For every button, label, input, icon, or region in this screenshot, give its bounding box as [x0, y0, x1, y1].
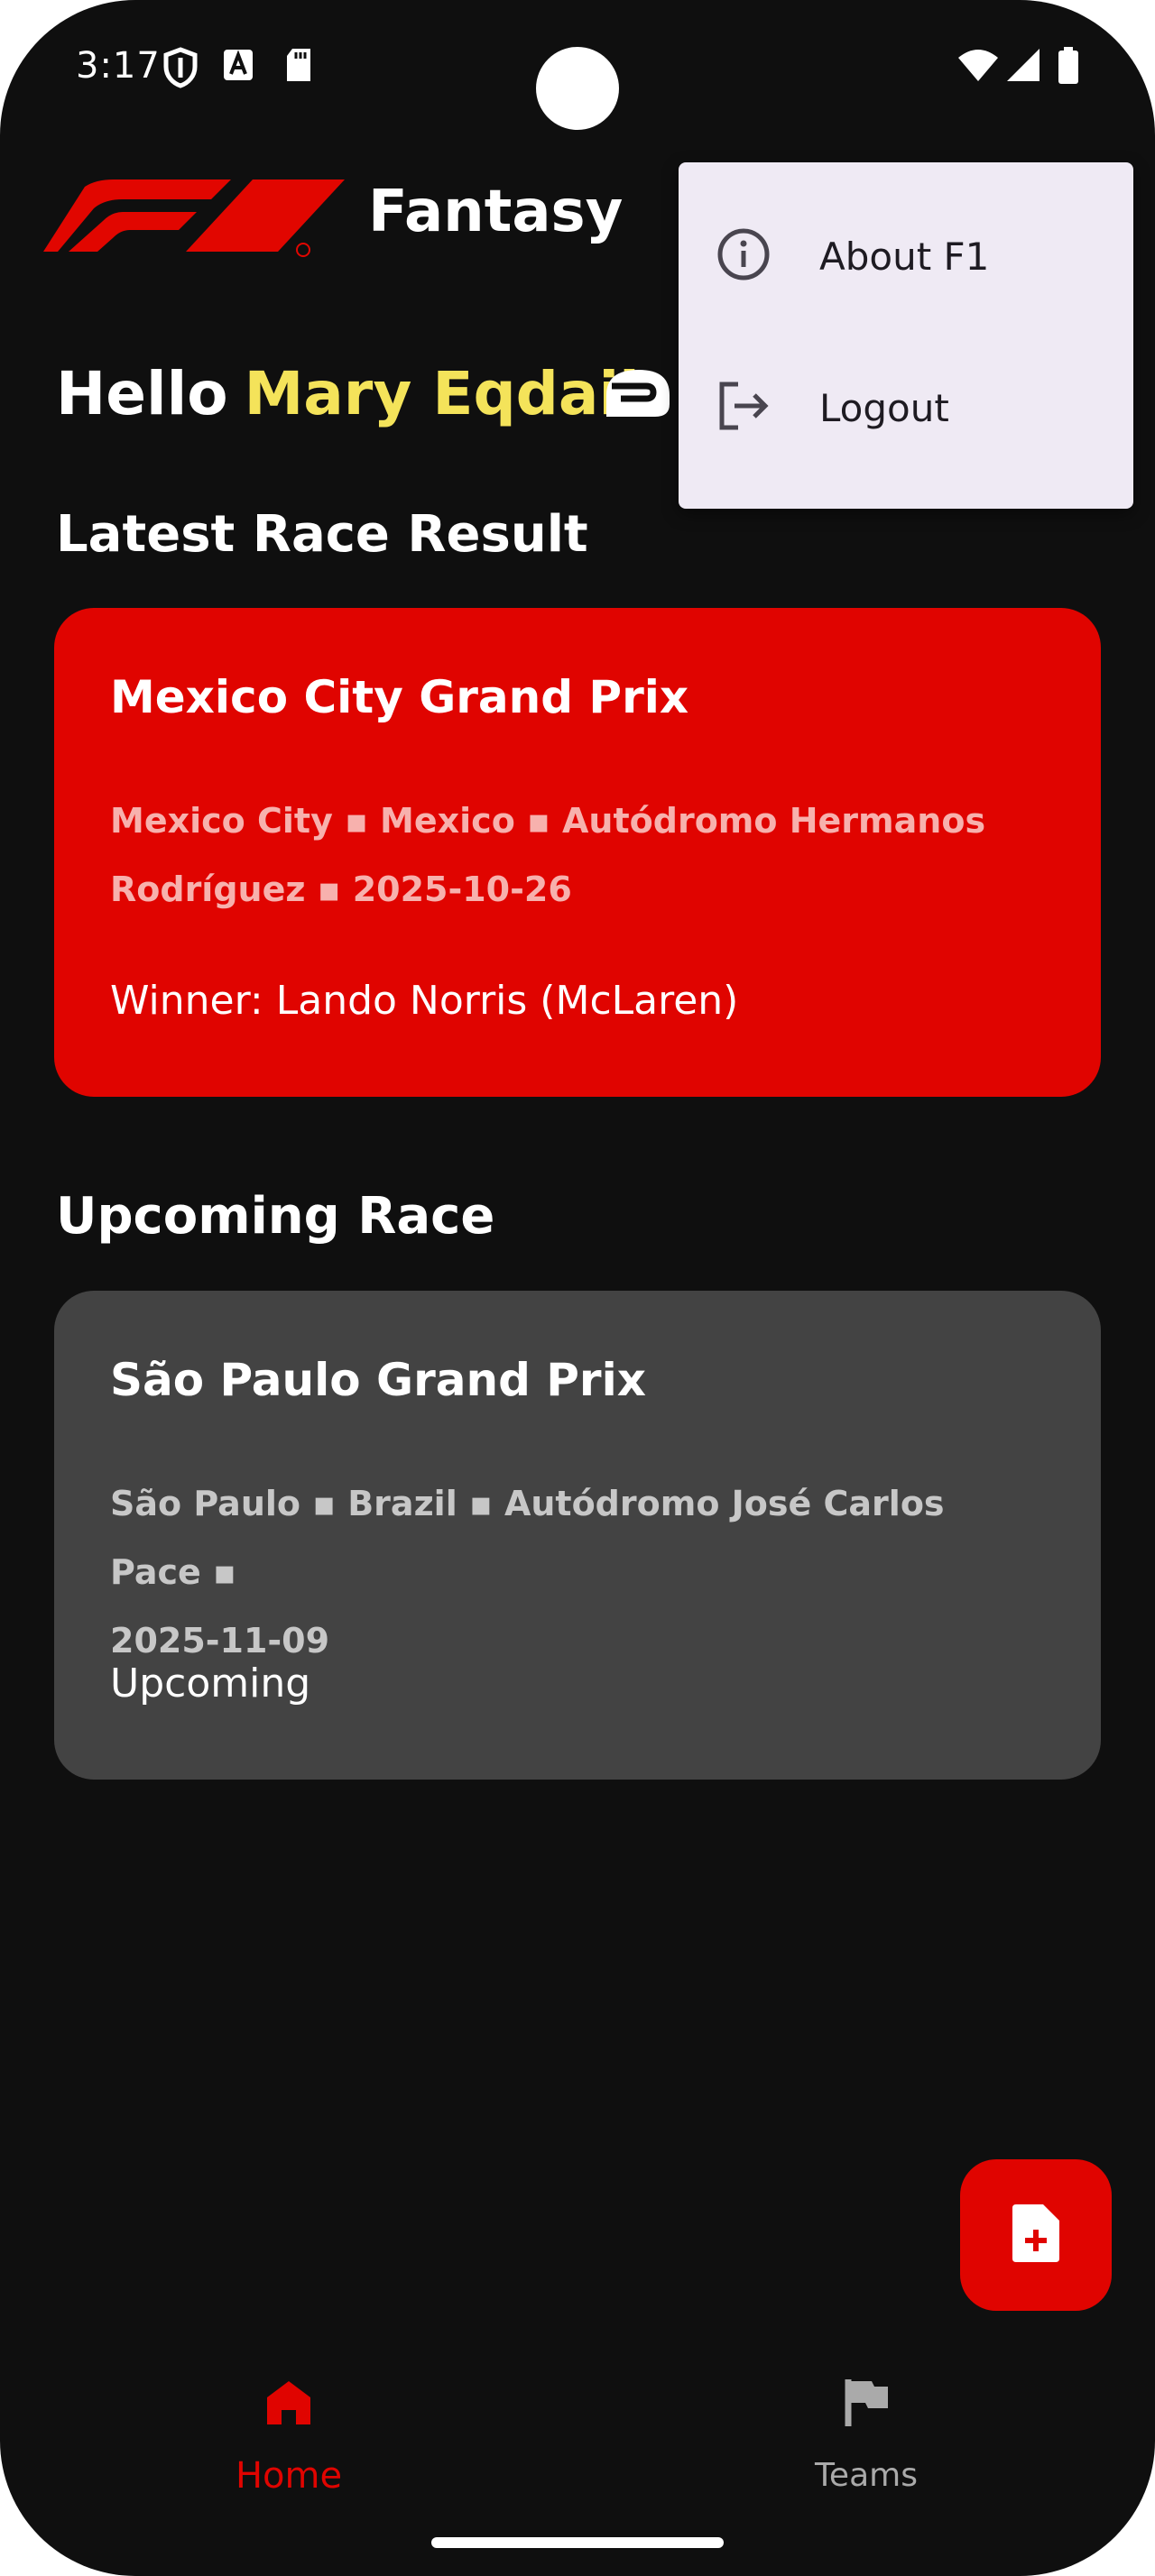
front-camera	[536, 47, 619, 130]
latest-race-section-title: Latest Race Result	[56, 505, 588, 564]
upcoming-race-section-title: Upcoming Race	[56, 1187, 495, 1246]
menu-item-logout[interactable]: Logout	[679, 341, 1133, 476]
nav-label-home: Home	[235, 2455, 343, 2497]
menu-label-logout: Logout	[819, 386, 949, 430]
race-details-line: São Paulo ▪ Brazil ▪ Autódromo José Carl…	[110, 1484, 945, 1592]
logout-icon	[715, 377, 772, 438]
app-title: Fantasy	[368, 179, 624, 245]
battery-icon	[1058, 47, 1079, 88]
add-document-button[interactable]	[960, 2159, 1112, 2311]
phone-screen: 3:17 Fantasy Hello Mary Eqdaih Latest Ra…	[0, 0, 1155, 2576]
greeting-hello: Hello	[56, 359, 228, 428]
wifi-icon	[956, 47, 1000, 87]
autofill-notification-icon	[222, 47, 254, 87]
menu-label-about-f1: About F1	[819, 235, 990, 279]
info-icon	[715, 225, 772, 287]
home-indicator[interactable]	[431, 2537, 724, 2548]
helmet-icon	[599, 364, 673, 428]
f1-logo	[42, 176, 348, 262]
add-document-icon	[1011, 2203, 1061, 2268]
sd-card-icon	[283, 47, 314, 87]
race-details: São Paulo ▪ Brazil ▪ Autódromo José Carl…	[110, 1469, 1012, 1675]
race-details: Mexico City ▪ Mexico ▪ Autódromo Hermano…	[110, 787, 1012, 924]
race-name: Mexico City Grand Prix	[110, 671, 689, 723]
race-details-line: Mexico City ▪ Mexico ▪ Autódromo Hermano…	[110, 801, 986, 841]
flag-icon	[841, 2378, 892, 2432]
nav-label-teams: Teams	[815, 2457, 918, 2494]
shield-icon	[162, 47, 199, 92]
race-details-line: Rodríguez ▪ 2025-10-26	[110, 869, 572, 909]
nav-item-teams[interactable]: Teams	[731, 2363, 1002, 2494]
race-status: Upcoming	[110, 1661, 311, 1707]
race-winner: Winner: Lando Norris (McLaren)	[110, 978, 739, 1024]
overflow-menu: About F1 Logout	[679, 162, 1133, 509]
bottom-navigation: Home Teams	[0, 2363, 1155, 2498]
home-icon	[263, 2378, 314, 2432]
signal-icon	[1005, 47, 1041, 87]
status-time: 3:17	[76, 45, 161, 87]
latest-race-card[interactable]: Mexico City Grand Prix Mexico City ▪ Mex…	[54, 608, 1101, 1097]
greeting: Hello Mary Eqdaih	[56, 359, 661, 428]
menu-item-about-f1[interactable]: About F1	[679, 189, 1133, 325]
upcoming-race-card[interactable]: São Paulo Grand Prix São Paulo ▪ Brazil …	[54, 1291, 1101, 1780]
race-name: São Paulo Grand Prix	[110, 1354, 646, 1406]
nav-item-home[interactable]: Home	[153, 2363, 424, 2497]
